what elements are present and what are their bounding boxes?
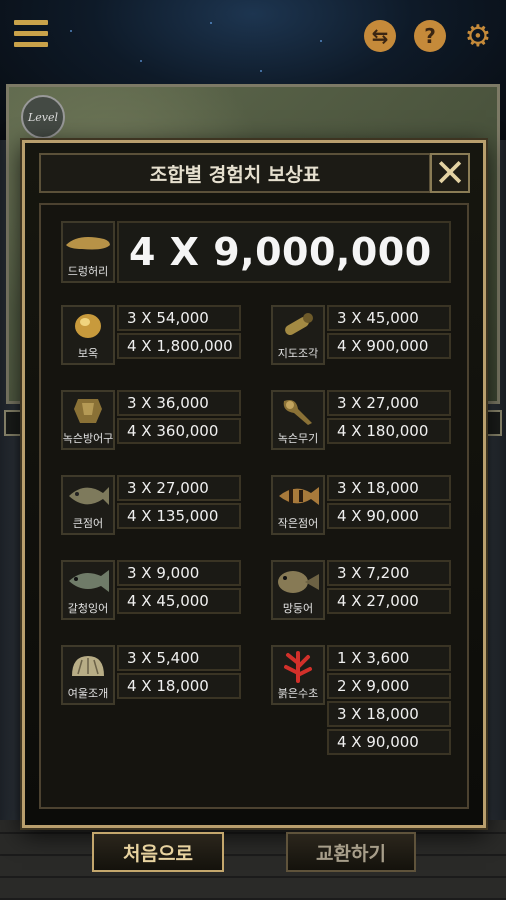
item-icon-box: 드렁허리 [61,221,115,283]
hamburger-menu-icon[interactable] [14,20,48,52]
swap-arrows-icon[interactable]: ⇆ [364,20,396,52]
item-name: 작은점어 [277,517,319,530]
reward-value: 3 X 54,000 [117,305,241,331]
reward-value: 3 X 36,000 [117,390,241,416]
exchange-button[interactable]: 교환하기 [286,832,416,872]
clam-icon [63,647,113,685]
level-badge: Level [21,95,65,139]
item-icon-box: 지도조각 [271,305,325,365]
reward-value: 4 X 45,000 [117,588,241,614]
item-name: 드렁허리 [67,265,109,278]
background-floor [0,820,506,900]
item-icon-box: 보옥 [61,305,115,365]
red-seaweed-icon [273,647,323,685]
reward-value: 4 X 135,000 [117,503,241,529]
item-name: 여울조개 [67,687,109,700]
item-name: 갈청잉어 [67,602,109,615]
item-icon-box: 망둥어 [271,560,325,620]
rusty-armor-icon [63,392,113,430]
reward-value: 3 X 27,000 [327,390,451,416]
reward-value: 3 X 18,000 [327,475,451,501]
carp-icon [63,562,113,600]
item-icon-box: 갈청잉어 [61,560,115,620]
goby-icon [273,562,323,600]
reward-value: 4 X 180,000 [327,418,451,444]
reward-value: 3 X 45,000 [327,305,451,331]
reward-value: 3 X 18,000 [327,701,451,727]
reward-value: 3 X 27,000 [117,475,241,501]
item-name: 보옥 [77,347,99,360]
item-icon-box: 녹슨무기 [271,390,325,450]
rusty-weapon-icon [273,392,323,430]
item-name: 녹슨방어구 [62,432,114,445]
item-name: 큰점어 [72,517,104,530]
close-button[interactable]: ✕ [430,153,470,193]
go-to-start-button[interactable]: 처음으로 [92,832,224,872]
item-icon-box: 여울조개 [61,645,115,705]
item-icon-box: 작은점어 [271,475,325,535]
reward-table: 드렁허리 4 X 9,000,000 보옥 3 X 54,000 4 X 1,8… [39,203,469,809]
reward-value: 3 X 7,200 [327,560,451,586]
item-icon-box: 녹슨방어구 [61,390,115,450]
big-fish-icon [63,477,113,515]
item-name: 녹슨무기 [277,432,319,445]
item-name: 망둥어 [282,602,314,615]
item-icon-box: 큰점어 [61,475,115,535]
gem-icon [63,307,113,345]
reward-table-modal: 조합별 경험치 보상표 ✕ 드렁허리 4 X 9,000,000 보옥 3 X … [22,140,486,828]
reward-value: 3 X 5,400 [117,645,241,671]
fish-eel-icon [63,223,113,263]
reward-value: 4 X 360,000 [117,418,241,444]
reward-value: 4 X 900,000 [327,333,451,359]
reward-value: 1 X 3,600 [327,645,451,671]
reward-value: 2 X 9,000 [327,673,451,699]
top-reward-row: 드렁허리 4 X 9,000,000 [61,221,453,283]
reward-value: 4 X 1,800,000 [117,333,241,359]
reward-value: 4 X 27,000 [327,588,451,614]
reward-value: 4 X 90,000 [327,503,451,529]
help-icon[interactable]: ? [414,20,446,52]
gear-icon[interactable]: ⚙ [462,19,494,54]
item-name: 붉은수초 [277,687,319,700]
item-icon-box: 붉은수초 [271,645,325,705]
reward-value: 4 X 90,000 [327,729,451,755]
top-reward-value: 4 X 9,000,000 [117,221,451,283]
modal-title: 조합별 경험치 보상표 [39,153,431,193]
reward-value: 4 X 18,000 [117,673,241,699]
small-fish-icon [273,477,323,515]
reward-value: 3 X 9,000 [117,560,241,586]
item-name: 지도조각 [277,347,319,360]
map-scroll-icon [273,307,323,345]
